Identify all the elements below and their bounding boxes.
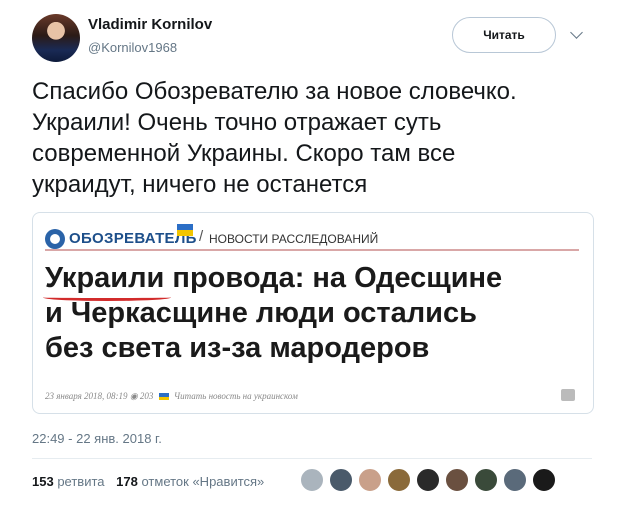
ukraine-flag-icon xyxy=(177,224,193,236)
logo-circle-icon xyxy=(45,229,65,249)
avatar[interactable] xyxy=(416,468,440,492)
divider xyxy=(32,458,592,459)
headline-highlight: Украили xyxy=(43,261,171,301)
print-icon xyxy=(561,389,575,401)
card-meta: 23 января 2018, 08:19 ◉ 203 Читать новос… xyxy=(45,391,298,402)
card-read-link: Читать новость на украинском xyxy=(173,391,298,401)
chevron-down-icon[interactable] xyxy=(570,26,583,39)
headline-line: и Черкасщине люди остались xyxy=(45,297,477,329)
avatar[interactable] xyxy=(445,468,469,492)
avatar[interactable] xyxy=(300,468,324,492)
card-headline[interactable]: Украили провода: на Одесщине и Черкасщин… xyxy=(43,261,585,366)
avatar[interactable] xyxy=(358,468,382,492)
headline-word: Украили xyxy=(45,262,165,294)
card-date: 23 января 2018, 08:19 xyxy=(45,391,128,401)
card-section: НОВОСТИ РАССЛЕДОВАНИЙ xyxy=(209,232,379,246)
avatar[interactable] xyxy=(503,468,527,492)
link-card[interactable]: ОБОЗРЕВАТЕЛЬ / НОВОСТИ РАССЛЕДОВАНИЙ Укр… xyxy=(32,212,594,414)
views-icon: ◉ xyxy=(129,391,140,401)
card-slash: / xyxy=(199,228,204,245)
avatar[interactable] xyxy=(474,468,498,492)
avatar[interactable] xyxy=(532,468,556,492)
tweet-line: украидут, ничего не останется xyxy=(32,171,368,198)
red-underline xyxy=(43,294,171,301)
likes-count[interactable]: 178 xyxy=(116,474,138,489)
tweet-line: Спасибо Обозревателю за новое словечко. xyxy=(32,78,517,105)
follow-button[interactable]: Читать xyxy=(452,17,556,53)
avatar[interactable] xyxy=(387,468,411,492)
avatar[interactable] xyxy=(32,14,80,62)
user-name[interactable]: Vladimir Kornilov xyxy=(88,16,212,33)
card-divider xyxy=(45,249,579,251)
tweet-text: Спасибо Обозревателю за новое словечко. … xyxy=(32,76,602,200)
user-handle[interactable]: @Kornilov1968 xyxy=(88,40,177,55)
headline-line: без света из-за мародеров xyxy=(45,332,430,364)
ukraine-flag-icon xyxy=(158,393,169,401)
tweet-stats: 153 ретвита 178 отметок «Нравится» xyxy=(32,474,264,489)
likes-label[interactable]: отметок «Нравится» xyxy=(141,474,264,489)
tweet-line: современной Украины. Скоро там все xyxy=(32,140,456,167)
headline-rest: провода: на Одесщине xyxy=(164,262,503,294)
tweet-line: Украили! Очень точно отражает суть xyxy=(32,109,442,136)
card-views: 203 xyxy=(139,391,154,401)
tweet-timestamp[interactable]: 22:49 - 22 янв. 2018 г. xyxy=(32,431,162,446)
retweets-label[interactable]: ретвита xyxy=(57,474,104,489)
avatar[interactable] xyxy=(329,468,353,492)
retweets-count[interactable]: 153 xyxy=(32,474,54,489)
